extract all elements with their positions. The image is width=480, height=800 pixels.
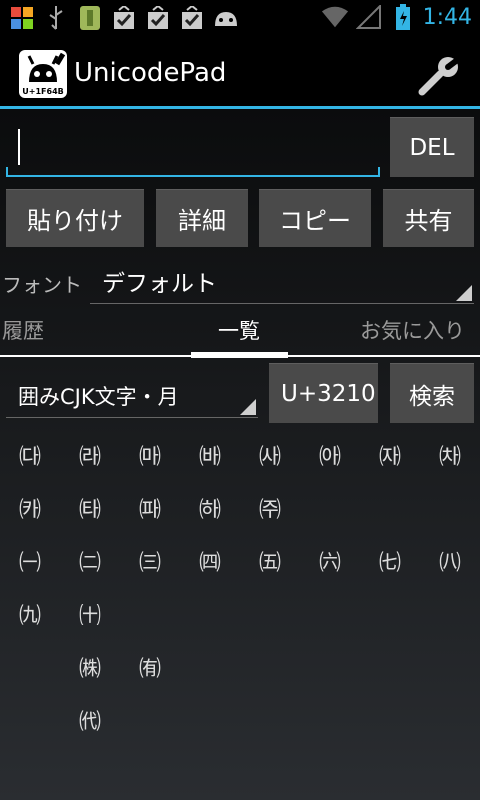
signal-icon: [355, 3, 383, 31]
main-content: DEL 貼り付け 詳細 コピー 共有 フォント デフォルト 履歴 一覧 お気に入…: [0, 109, 480, 800]
font-spinner[interactable]: デフォルト: [90, 259, 474, 304]
character-cell[interactable]: ㈐: [0, 429, 60, 481]
search-button[interactable]: 検索: [390, 363, 474, 423]
character-cell[interactable]: ㈑: [60, 429, 120, 481]
action-bar: U+1F64B UnicodePad: [0, 38, 480, 109]
text-cursor: [18, 129, 20, 165]
tab-bar: 履歴 一覧 お気に入り: [0, 315, 480, 358]
app-icon[interactable]: U+1F64B: [19, 50, 67, 98]
sd-card-icon: [76, 4, 104, 32]
character-cell[interactable]: ㈕: [300, 429, 360, 481]
dropdown-triangle-icon: [456, 285, 472, 301]
tab-list[interactable]: 一覧: [218, 315, 260, 345]
character-cell[interactable]: ㈣: [180, 535, 240, 587]
character-cell[interactable]: ㈧: [420, 535, 480, 587]
app-icon-code: U+1F64B: [22, 87, 64, 96]
copy-button[interactable]: コピー: [259, 189, 371, 247]
block-spinner[interactable]: 囲みCJK文字・月: [6, 371, 258, 418]
font-spinner-value: デフォルト: [102, 271, 217, 297]
tab-divider: [0, 355, 480, 357]
character-cell[interactable]: ㈠: [0, 535, 60, 587]
clock: 1:44: [422, 4, 472, 30]
delete-button[interactable]: DEL: [390, 117, 474, 177]
character-cell[interactable]: ㈤: [240, 535, 300, 587]
character-cell[interactable]: ㈘: [0, 482, 60, 534]
download-done-icon: [144, 4, 172, 32]
character-cell[interactable]: ㈓: [180, 429, 240, 481]
status-bar: 1:44: [0, 0, 480, 38]
character-cell[interactable]: ㈹: [60, 694, 120, 746]
paste-button[interactable]: 貼り付け: [6, 189, 144, 247]
character-cell[interactable]: ㈦: [360, 535, 420, 587]
details-button[interactable]: 詳細: [156, 189, 248, 247]
character-cell[interactable]: ㈖: [360, 429, 420, 481]
character-cell[interactable]: ㈢: [120, 535, 180, 587]
text-input-field[interactable]: [6, 119, 380, 177]
share-button[interactable]: 共有: [383, 189, 474, 247]
character-cell[interactable]: ㈛: [180, 482, 240, 534]
character-cell[interactable]: ㈒: [120, 429, 180, 481]
app-title: UnicodePad: [74, 58, 227, 88]
character-cell[interactable]: ㈜: [240, 482, 300, 534]
wifi-icon: [321, 3, 349, 31]
character-cell[interactable]: ㈚: [120, 482, 180, 534]
character-cell[interactable]: ㈲: [120, 641, 180, 693]
download-done-icon: [178, 4, 206, 32]
character-cell[interactable]: ㈙: [60, 482, 120, 534]
avast-icon: [8, 4, 36, 32]
tab-favorites[interactable]: お気に入り: [360, 315, 465, 345]
tab-history[interactable]: 履歴: [2, 315, 44, 345]
wrench-icon[interactable]: [418, 55, 462, 96]
character-cell[interactable]: ㈱: [60, 641, 120, 693]
usb-icon: [42, 4, 70, 32]
font-label: フォント: [2, 273, 82, 297]
character-cell[interactable]: ㈥: [300, 535, 360, 587]
character-cell[interactable]: ㈔: [240, 429, 300, 481]
character-cell[interactable]: ㈡: [60, 535, 120, 587]
dropdown-triangle-icon: [240, 399, 256, 415]
code-point-button[interactable]: U+3210: [269, 363, 378, 423]
character-cell[interactable]: ㈗: [420, 429, 480, 481]
android-icon: [212, 4, 240, 32]
download-done-icon: [110, 4, 138, 32]
character-cell[interactable]: ㈨: [0, 588, 60, 640]
battery-icon: [389, 3, 417, 31]
text-input[interactable]: [6, 119, 380, 175]
character-cell[interactable]: ㈩: [60, 588, 120, 640]
block-spinner-value: 囲みCJK文字・月: [18, 385, 179, 409]
